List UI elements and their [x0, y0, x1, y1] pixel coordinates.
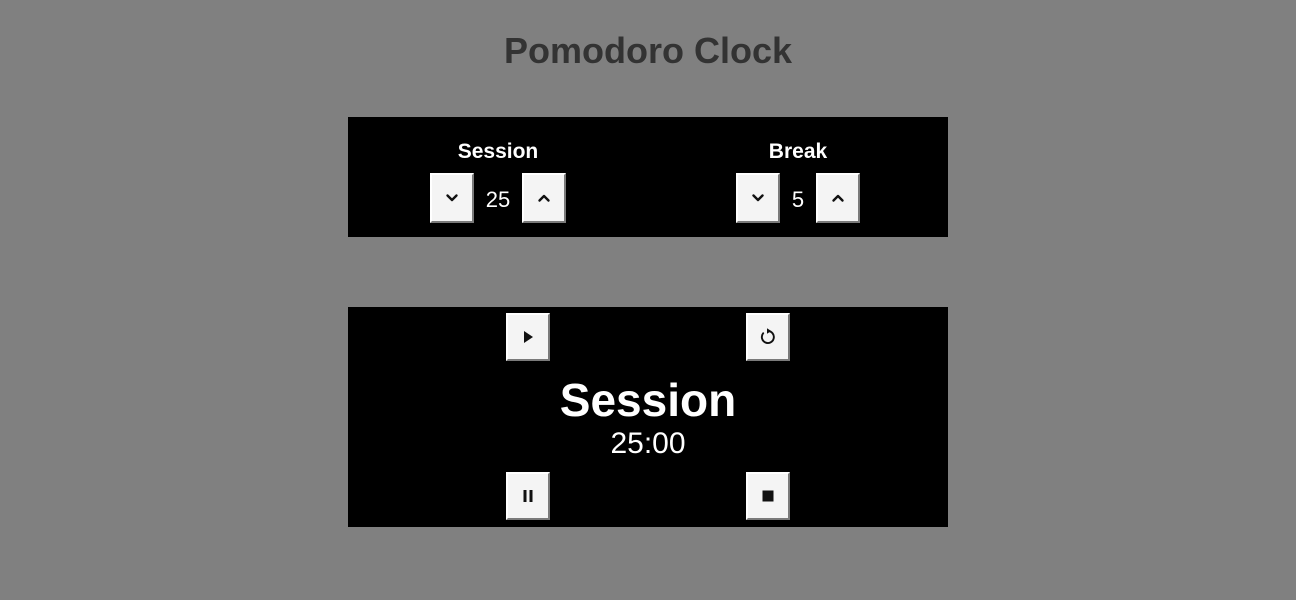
session-decrement-button[interactable] — [430, 173, 474, 223]
session-length-label: Session — [457, 140, 539, 163]
break-length-value: 5 — [791, 187, 805, 212]
pause-button[interactable] — [506, 472, 550, 520]
reset-icon — [760, 328, 775, 344]
pause-icon — [523, 490, 533, 502]
play-icon — [524, 331, 533, 343]
session-length-value: 25 — [485, 187, 511, 212]
timer-label: Session — [559, 374, 737, 426]
break-increment-button[interactable] — [816, 173, 860, 223]
stop-button[interactable] — [746, 472, 790, 520]
session-increment-button[interactable] — [522, 173, 566, 223]
timer-display: 25:00 — [610, 427, 686, 460]
chevron-up-icon — [832, 194, 844, 202]
break-length-label: Break — [768, 140, 828, 163]
reset-button[interactable] — [746, 313, 790, 361]
stop-icon — [762, 490, 774, 502]
page-title: Pomodoro Clock — [503, 30, 793, 71]
chevron-down-icon — [752, 194, 764, 202]
chevron-up-icon — [538, 194, 550, 202]
play-button[interactable] — [506, 313, 550, 361]
chevron-down-icon — [446, 194, 458, 202]
